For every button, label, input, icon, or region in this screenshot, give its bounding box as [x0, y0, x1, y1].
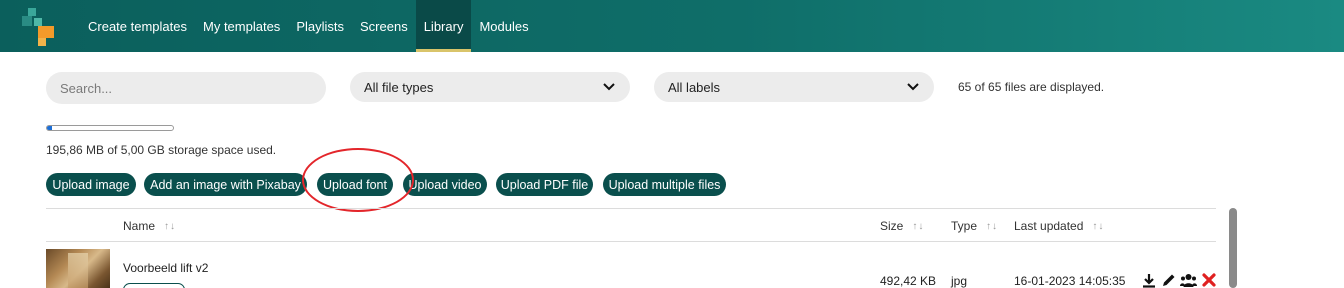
download-icon[interactable] — [1140, 272, 1157, 288]
delete-icon[interactable] — [1200, 272, 1217, 288]
labels-value: All labels — [668, 79, 721, 95]
chevron-down-icon — [906, 80, 920, 94]
upload-video-button[interactable]: Upload video — [403, 173, 487, 196]
labels-select[interactable]: All labels — [654, 72, 934, 102]
column-header-type[interactable]: Type ↑↓ — [951, 219, 998, 233]
search-input[interactable] — [46, 72, 326, 104]
sort-icon: ↑↓ — [912, 220, 925, 232]
nav-playlists[interactable]: Playlists — [288, 0, 352, 52]
upload-image-button[interactable]: Upload image — [46, 173, 136, 196]
nav-screens[interactable]: Screens — [352, 0, 416, 52]
file-type-select[interactable]: All file types — [350, 72, 630, 102]
nav-modules[interactable]: Modules — [471, 0, 536, 52]
file-type: jpg — [951, 274, 968, 288]
nav-library[interactable]: Library — [415, 0, 472, 52]
sort-icon: ↑↓ — [986, 220, 999, 232]
main-nav: Create templates My templates Playlists … — [80, 0, 537, 52]
app-logo[interactable] — [22, 8, 56, 46]
upload-pdf-button[interactable]: Upload PDF file — [496, 173, 593, 196]
row-actions — [1140, 272, 1217, 288]
pencil-icon[interactable] — [1160, 272, 1177, 288]
files-count: 65 of 65 files are displayed. — [958, 80, 1105, 94]
top-navbar: Create templates My templates Playlists … — [0, 0, 1344, 52]
file-size: 492,42 KB — [880, 274, 937, 288]
storage-usage-text: 195,86 MB of 5,00 GB storage space used. — [46, 143, 277, 157]
upload-font-button[interactable]: Upload font — [317, 173, 393, 196]
column-header-name[interactable]: Name ↑↓ — [123, 219, 176, 233]
table-top-divider — [46, 208, 1216, 209]
column-header-size[interactable]: Size ↑↓ — [880, 219, 924, 233]
upload-multiple-button[interactable]: Upload multiple files — [603, 173, 726, 196]
vertical-scrollbar[interactable] — [1229, 208, 1237, 288]
users-icon[interactable] — [1180, 272, 1197, 288]
file-name: Voorbeeld lift v2 — [123, 261, 209, 275]
sort-icon: ↑↓ — [1092, 220, 1105, 232]
file-last-updated: 16-01-2023 14:05:35 — [1014, 274, 1126, 288]
file-type-value: All file types — [364, 79, 434, 95]
sort-icon: ↑↓ — [164, 220, 177, 232]
chevron-down-icon — [602, 80, 616, 94]
nav-my-templates[interactable]: My templates — [195, 0, 288, 52]
file-thumbnail[interactable] — [46, 249, 110, 288]
storage-progress-bar — [46, 125, 174, 131]
pixabay-button[interactable]: Add an image with Pixabay — [144, 173, 307, 196]
nav-create-templates[interactable]: Create templates — [80, 0, 195, 52]
table-header-divider — [46, 241, 1216, 242]
column-header-last-updated[interactable]: Last updated ↑↓ — [1014, 219, 1104, 233]
storage-progress-fill — [47, 126, 53, 130]
label-badge[interactable] — [123, 283, 185, 288]
